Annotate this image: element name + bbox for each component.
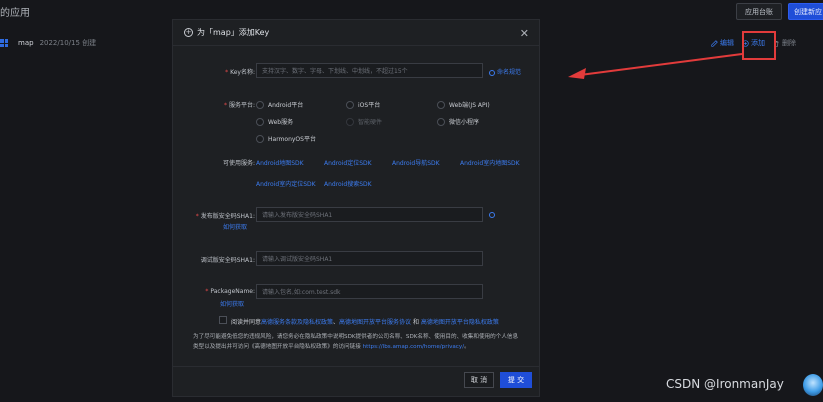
terms-privacy-link[interactable]: 高德服务条款及隐私权政策 (261, 319, 333, 326)
edit-action[interactable]: 编辑 (711, 38, 734, 48)
create-app-button[interactable]: 创建新应 (788, 3, 823, 20)
app-name: map (18, 39, 34, 47)
radio-wechat-mini-program[interactable]: 微信小程序 (437, 117, 479, 126)
service-agreement-link[interactable]: 高德地图开放平台服务协议 (339, 319, 411, 326)
dialog-header: + 为「map」添加Key (173, 20, 539, 46)
radio-web-js-api[interactable]: Web端(JS API) (437, 100, 490, 109)
app-console-button[interactable]: 应用台账 (736, 3, 782, 20)
avatar (803, 374, 823, 396)
service-link-android-map-sdk[interactable]: Android地图SDK (256, 158, 304, 167)
naming-rules-link[interactable]: 命名规范 (489, 67, 521, 76)
debug-sha1-label: 调试版安全码SHA1: (200, 257, 255, 264)
service-link-android-nav-sdk[interactable]: Android导航SDK (392, 158, 440, 167)
radio-android[interactable]: Android平台 (256, 100, 303, 109)
release-sha1-input[interactable]: 请输入发布版安全码SHA1 (256, 207, 483, 222)
service-link-android-location-sdk[interactable]: Android定位SDK (324, 158, 372, 167)
agreement-checkbox[interactable] (219, 316, 227, 324)
agreement-text: 阅读并同意高德服务条款及隐私权政策、高德地图开放平台服务协议 和 高德地图开放平… (231, 319, 499, 326)
annotation-arrow-icon (568, 53, 743, 79)
service-link-android-indoor-map-sdk[interactable]: Android室内地图SDK (460, 158, 520, 167)
cancel-button[interactable]: 取 消 (464, 372, 494, 388)
release-sha1-info-icon[interactable] (489, 211, 497, 218)
annotation-highlight-box (742, 31, 776, 60)
info-icon (489, 69, 495, 76)
app-created-date: 2022/10/15 创建 (39, 39, 97, 47)
service-link-android-indoor-location-sdk[interactable]: Android室内定位SDK (256, 179, 316, 188)
available-services-label: 可使用服务: (222, 160, 255, 167)
key-name-input[interactable]: 支持汉字、数字、字母、下划线、中划线，不超过15个 (256, 63, 483, 78)
privacy-note: 为了尽可能避免低您的违规风险，请您务必在隐私政策中说明SDK提供者的公司名称、S… (193, 334, 519, 350)
radio-harmonyos[interactable]: HarmonyOS平台 (256, 134, 316, 143)
app-row: map 2022/10/15 创建 (0, 38, 96, 48)
add-circle-icon: + (184, 28, 193, 37)
service-link-android-search-sdk[interactable]: Android搜索SDK (324, 179, 372, 188)
delete-label: 删除 (782, 39, 796, 47)
package-name-how-to-link[interactable]: 如何获取 (220, 299, 244, 308)
privacy-url-link[interactable]: https://lbs.amap.com/home/privacy/ (363, 344, 464, 350)
package-name-input[interactable]: 请输入包名,如:com.test.sdk (256, 284, 483, 299)
edit-icon (711, 39, 718, 47)
dialog-footer: 取 消 提 交 (173, 366, 539, 396)
debug-sha1-input[interactable]: 请输入调试版安全码SHA1 (256, 251, 483, 266)
platform-privacy-link[interactable]: 高德地图开放平台隐私权政策 (421, 319, 499, 326)
edit-label: 编辑 (720, 39, 734, 47)
delete-action[interactable]: 删除 (773, 38, 796, 48)
csdn-watermark: CSDN @IronmanJay (666, 377, 784, 391)
package-name-label: * PackageName: (205, 288, 255, 295)
page-title: 的应用 (0, 8, 30, 19)
app-grid-icon (0, 39, 8, 47)
radio-smart-hardware: 智能硬件 (346, 117, 382, 126)
add-key-dialog: + 为「map」添加Key ✕ * Key名称: 支持汉字、数字、字母、下划线、中… (172, 19, 540, 397)
service-platform-label: * 服务平台: (223, 102, 255, 109)
key-name-label: * Key名称: (225, 69, 255, 76)
release-sha1-how-to-link[interactable]: 如何获取 (223, 222, 247, 231)
close-icon[interactable]: ✕ (520, 27, 529, 40)
dialog-title: 为「map」添加Key (197, 28, 270, 37)
release-sha1-label: * 发布版安全码SHA1: (195, 213, 255, 220)
submit-button[interactable]: 提 交 (500, 372, 532, 388)
radio-ios[interactable]: iOS平台 (346, 100, 380, 109)
radio-web-service[interactable]: Web服务 (256, 117, 293, 126)
